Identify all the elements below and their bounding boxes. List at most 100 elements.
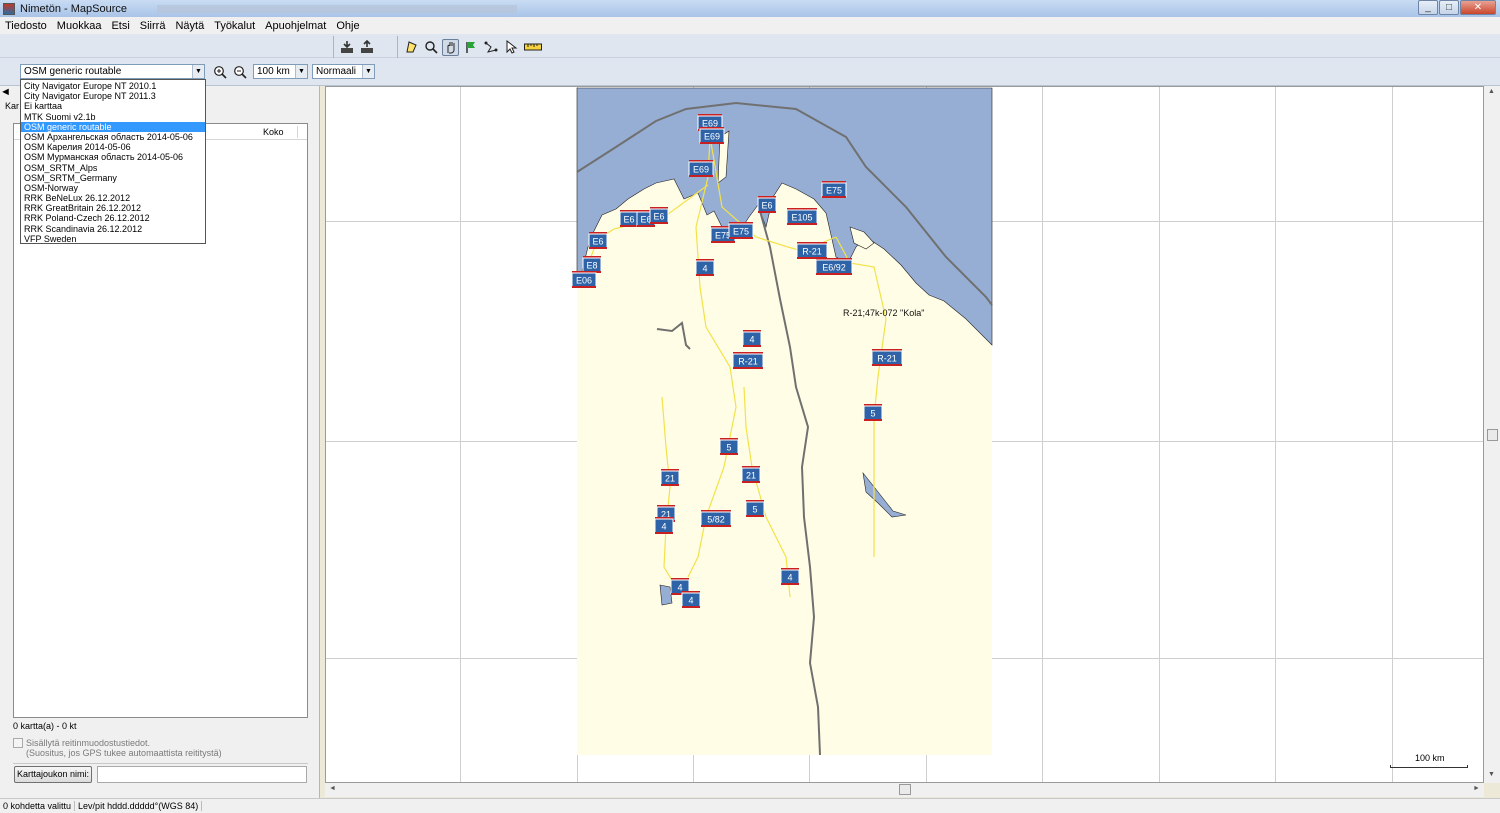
receive-from-device-icon[interactable] (338, 39, 355, 56)
scale-bar: 100 km (1390, 753, 1470, 768)
map-vertical-scrollbar[interactable]: ▲ ▼ (1484, 86, 1500, 783)
maximize-button[interactable]: □ (1439, 0, 1459, 15)
scroll-right-icon[interactable]: ► (1473, 785, 1480, 792)
routing-data-label: Sisällytä reitinmuodostustiedot. (Suosit… (26, 738, 222, 758)
map-horizontal-scrollbar[interactable]: ◄ ► (325, 783, 1484, 797)
send-to-device-icon[interactable] (358, 39, 375, 56)
menu-siirra[interactable]: Siirrä (135, 20, 171, 32)
status-bar: 0 kohdetta valittu Lev/pit hddd.ddddd°(W… (0, 798, 1500, 813)
panel-divider (13, 763, 308, 764)
map-product-select[interactable]: OSM generic routable ▼ (20, 64, 205, 79)
waypoint-flag-icon[interactable] (462, 39, 479, 56)
map-product-option[interactable]: OSM-Norway (21, 183, 205, 193)
minimize-button[interactable]: _ (1418, 0, 1438, 15)
road-shield: R-21 (871, 349, 903, 366)
hand-pan-icon[interactable] (442, 38, 459, 56)
zoom-in-icon[interactable] (211, 63, 228, 80)
blurred-path (157, 4, 517, 13)
app-icon (3, 2, 15, 15)
road-shield: R-21 (732, 352, 764, 369)
map-product-option[interactable]: OSM Мурманская область 2014-05-06 (21, 152, 205, 162)
road-shield-label: 5 (726, 443, 731, 453)
zoom-level-value: 100 km (257, 66, 290, 77)
map-product-option[interactable]: RRK GreatBritain 26.12.2012 (21, 203, 205, 213)
scroll-down-icon[interactable]: ▼ (1488, 771, 1495, 778)
map-product-option[interactable]: OSM Карелия 2014-05-06 (21, 142, 205, 152)
road-shield-label: 4 (677, 583, 682, 593)
road-shield-label: 5 (752, 505, 757, 515)
selection-arrow-icon[interactable] (502, 39, 519, 56)
road-shield: 21 (660, 469, 680, 486)
coordinate-format: Lev/pit hddd.ddddd°(WGS 84) (75, 801, 203, 811)
map-view[interactable]: E69 E69 E69 E75 E6 E6 E6 E6 E6 E8 E06 E75 E75 E105 R-2… (325, 86, 1484, 783)
distance-ruler-icon[interactable] (522, 39, 544, 56)
map-product-option[interactable]: OSM_SRTM_Alps (21, 163, 205, 173)
map-product-option[interactable]: City Navigator Europe NT 2011.3 (21, 91, 205, 101)
road-shield-label: 4 (702, 264, 707, 274)
map-product-option[interactable]: OSM Архангельская область 2014-05-06 (21, 132, 205, 142)
menu-tiedosto[interactable]: Tiedosto (0, 20, 52, 32)
map-product-option[interactable]: Ei karttaa (21, 101, 205, 111)
chevron-down-icon: ▼ (362, 65, 374, 78)
map-product-option[interactable]: MTK Suomi v2.1b (21, 112, 205, 122)
map-product-option[interactable]: VFP Sweden (21, 234, 205, 244)
map-product-option[interactable]: RRK Scandinavia 26.12.2012 (21, 224, 205, 234)
vertical-scroll-thumb[interactable] (1487, 429, 1498, 441)
close-button[interactable]: ✕ (1460, 0, 1496, 15)
map-product-option[interactable]: OSM generic routable (21, 121, 205, 132)
road-shield: E8 (582, 256, 602, 273)
map-select-icon[interactable] (402, 39, 419, 56)
road-shield: E75 (728, 222, 754, 239)
map-product-value: OSM generic routable (24, 66, 122, 77)
detail-level-select[interactable]: Normaali ▼ (312, 64, 375, 79)
menu-muokkaa[interactable]: Muokkaa (52, 20, 107, 32)
route-tool-icon[interactable] (482, 39, 499, 56)
road-shield: 4 (681, 591, 701, 608)
road-shield-label: 5 (870, 409, 875, 419)
menu-ohje[interactable]: Ohje (331, 20, 364, 32)
road-shield: E6 (619, 210, 639, 227)
map-product-option[interactable]: City Navigator Europe NT 2010.1 (21, 81, 205, 91)
zoom-out-icon[interactable] (231, 63, 248, 80)
map-canvas[interactable]: E69E69E69E75E6E6 E6 E6E6E8E06E75 E75E105R-2… (326, 87, 1484, 783)
road-shield-label: E75 (826, 186, 842, 196)
zoom-level-select[interactable]: 100 km ▼ (253, 64, 308, 79)
road-shield: 4 (780, 568, 800, 585)
road-shield: 4 (695, 259, 715, 276)
map-product-option[interactable]: RRK Poland-Czech 26.12.2012 (21, 213, 205, 223)
detail-level-value: Normaali (316, 66, 357, 77)
road-shield: 5/82 (700, 510, 732, 527)
scroll-left-icon[interactable]: ◄ (329, 785, 336, 792)
road-shield: E75 (821, 181, 847, 198)
routing-data-checkbox[interactable] (13, 738, 23, 748)
road-shield: 5 (745, 500, 765, 517)
road-shield: 4 (742, 330, 762, 347)
map-product-dropdown[interactable]: City Navigator Europe NT 2010.1 City Navi… (20, 79, 206, 244)
road-shield: E6/92 (815, 258, 853, 275)
road-shield-label: 4 (749, 335, 754, 345)
menu-apuohjelmat[interactable]: Apuohjelmat (260, 20, 331, 32)
map-product-option[interactable]: RRK BeNeLux 26.12.2012 (21, 193, 205, 203)
window-title: Nimetön - MapSource (20, 2, 127, 15)
menu-tyokalut[interactable]: Työkalut (209, 20, 260, 32)
maps-tab[interactable]: Kar (5, 101, 19, 111)
menu-nayta[interactable]: Näytä (170, 20, 209, 32)
menu-bar: Tiedosto Muokkaa Etsi Siirrä Näytä Työka… (0, 17, 1500, 34)
road-shield: 4 (654, 517, 674, 534)
horizontal-scroll-thumb[interactable] (899, 784, 911, 795)
routing-data-text: Sisällytä reitinmuodostustiedot. (26, 738, 151, 748)
map-product-option[interactable]: OSM_SRTM_Germany (21, 173, 205, 183)
mapset-name-input[interactable] (97, 766, 307, 783)
road-shield-label: E6 (653, 212, 664, 222)
column-size-header[interactable]: Koko (263, 127, 284, 137)
lake (659, 584, 673, 606)
toolbar-top (0, 34, 1500, 58)
mapset-name-button[interactable]: Karttajoukon nimi: (14, 766, 92, 783)
scroll-up-icon[interactable]: ▲ (1488, 88, 1495, 95)
road-shield-label: E6 (761, 201, 772, 211)
road-shield: 5 (863, 404, 883, 421)
road-name-label: R-21;47k-072 "Kola" (843, 308, 924, 318)
road-shield-label: 21 (746, 471, 756, 481)
menu-etsi[interactable]: Etsi (106, 20, 134, 32)
zoom-tool-icon[interactable] (422, 39, 439, 56)
